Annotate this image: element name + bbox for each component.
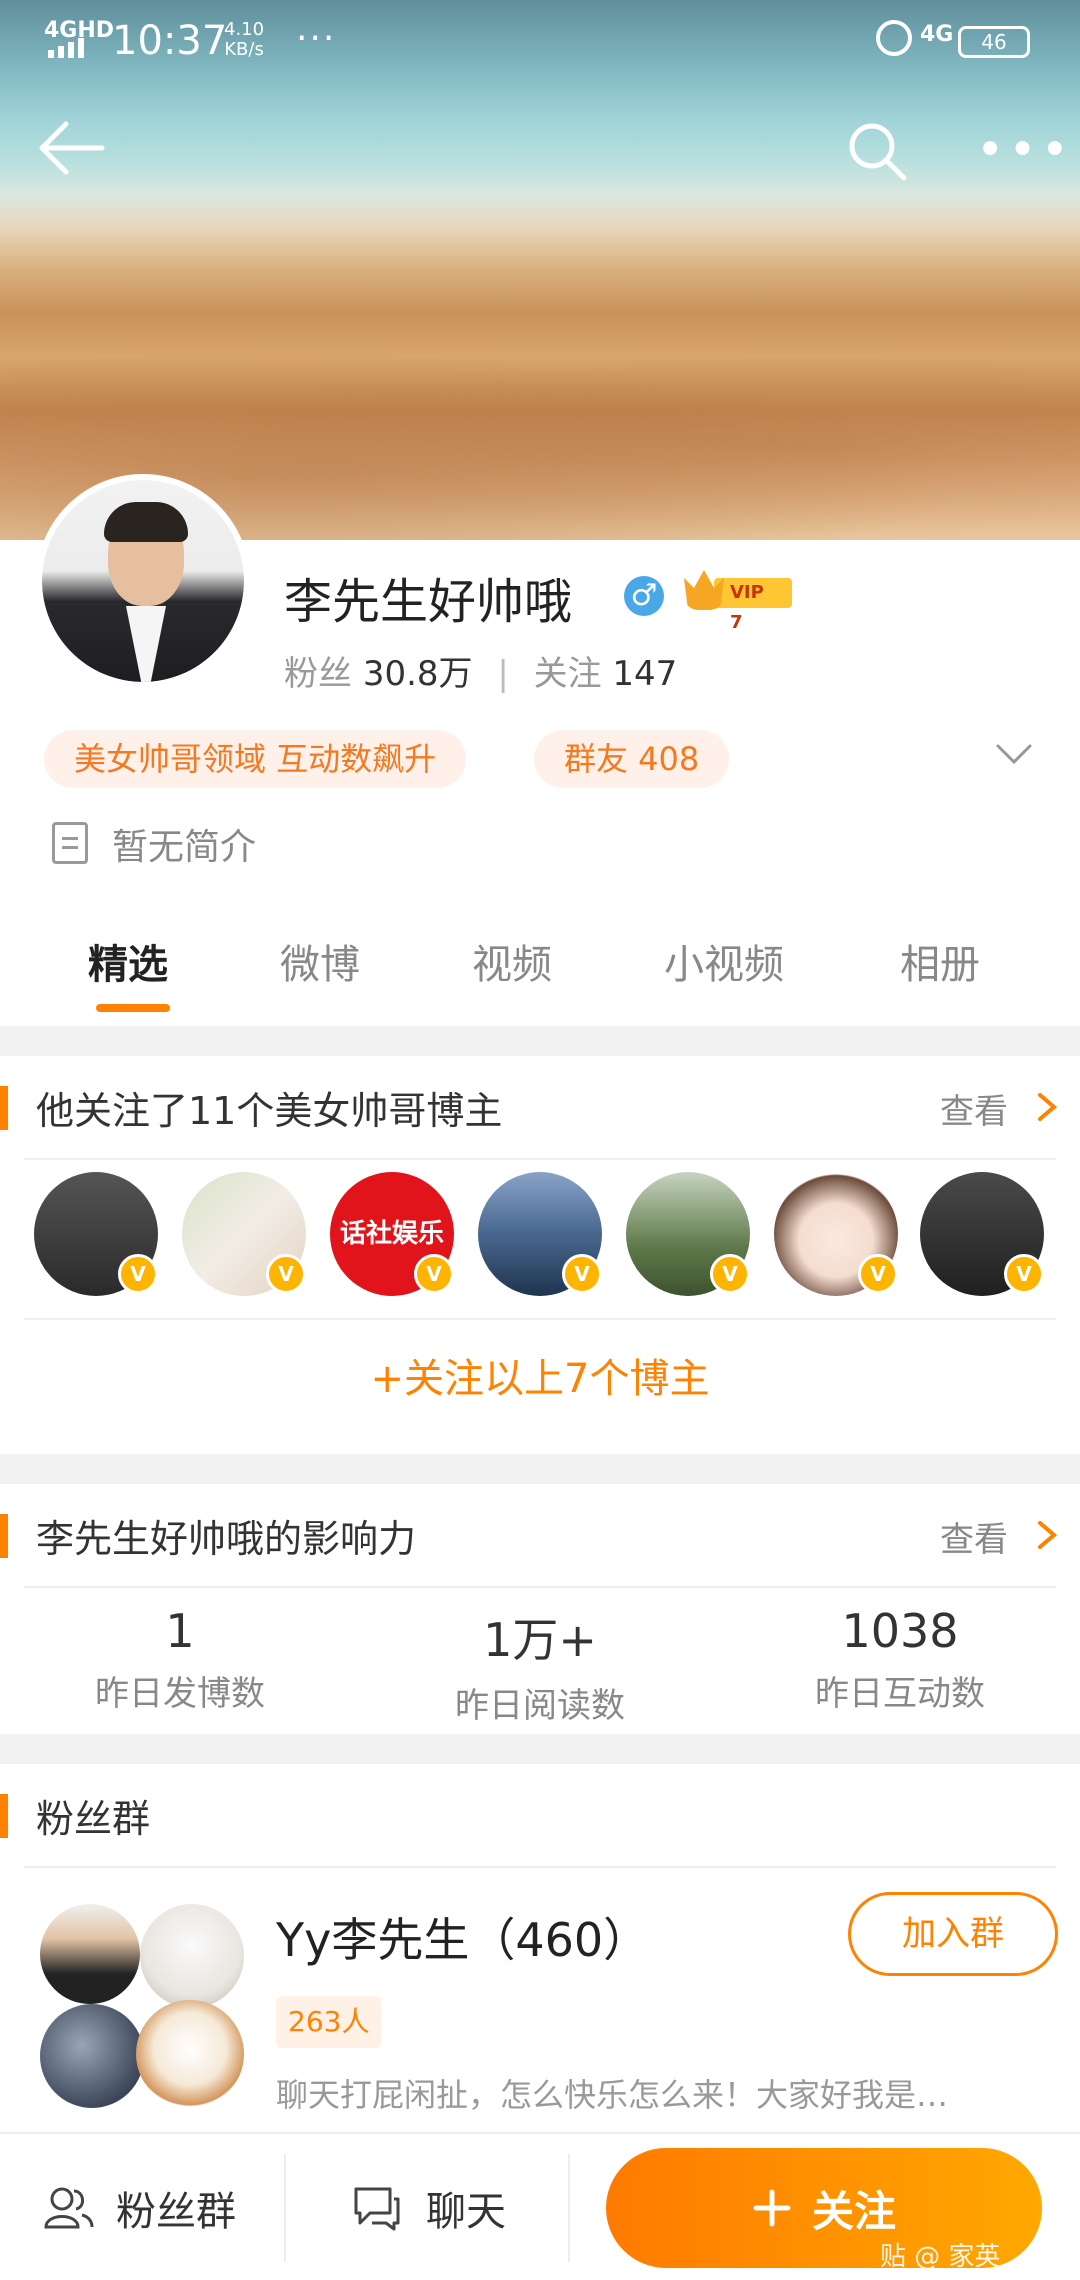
group-member-avatar <box>40 1904 140 2004</box>
avatar[interactable] <box>36 474 250 688</box>
chat-tab[interactable]: 聊天 <box>352 2134 506 2280</box>
chevron-right-icon[interactable] <box>1036 1520 1058 1550</box>
section-accent <box>0 1514 8 1558</box>
field-chip[interactable]: 美女帅哥领域 互动数飙升 <box>44 730 467 788</box>
chat-tab-label: 聊天 <box>426 2189 506 2235</box>
speed-value: 4.10 <box>224 19 265 40</box>
following-count[interactable]: 147 <box>612 654 677 694</box>
active-tab-indicator <box>96 1004 170 1012</box>
verified-icon: V <box>710 1254 750 1294</box>
divider <box>24 1866 1056 1868</box>
speed-unit: KB/s <box>224 39 264 60</box>
watermark: 贴 @ 家英 <box>880 2242 1001 2272</box>
group-friends-chip[interactable]: 群友 408 <box>534 730 730 788</box>
group-description: 聊天打屁闲扯，怎么快乐怎么来！大家好我是… <box>276 2076 949 2114</box>
chevron-down-icon[interactable] <box>996 742 1032 766</box>
stat-label: 昨日互动数 <box>815 1674 985 1714</box>
battery-icon: 46 <box>958 26 1030 58</box>
following-card-title: 他关注了11个美女帅哥博主 <box>36 1089 503 1133</box>
stat-value: 1 <box>165 1604 195 1658</box>
group-member-avatar <box>136 2000 244 2108</box>
tab-featured[interactable]: 精选 <box>88 932 168 990</box>
verified-icon: V <box>858 1254 898 1294</box>
divider <box>284 2154 286 2262</box>
status-time: 10:37 <box>112 18 228 64</box>
network-speed: 4.10 KB/s <box>224 20 264 60</box>
following-card: 他关注了11个美女帅哥博主 查看 V V 话社娱乐 V V V V V +关注以… <box>0 1056 1080 1454</box>
plus-icon <box>753 2189 791 2227</box>
divider <box>568 2154 570 2262</box>
follow-button-label: 关注 <box>811 2186 896 2236</box>
stats-divider: | <box>497 654 509 694</box>
network-right: 4G <box>920 22 954 47</box>
following-card-header[interactable]: 他关注了11个美女帅哥博主 查看 <box>0 1056 1080 1158</box>
fans-count[interactable]: 30.8万 <box>363 654 473 694</box>
verified-icon: V <box>1004 1254 1044 1294</box>
chat-icon <box>354 2187 400 2231</box>
profile-stats: 粉丝 30.8万 | 关注 147 <box>284 646 677 695</box>
tab-weibo[interactable]: 微博 <box>280 932 360 990</box>
status-bar: 4GHD 10:37 4.10 KB/s ··· 4G 46 <box>0 0 1080 84</box>
profile-name: 李先生好帅哦 <box>284 574 573 630</box>
divider <box>24 1586 1056 1588</box>
influence-card-title: 李先生好帅哦的影响力 <box>36 1517 417 1561</box>
document-icon <box>52 822 88 864</box>
tab-album[interactable]: 相册 <box>900 932 980 990</box>
stat-reads: 1万+ 昨日阅读数 <box>360 1604 720 1727</box>
divider <box>24 1318 1056 1320</box>
profile-page: 4GHD 10:37 4.10 KB/s ··· 4G 46 ••• 李先生好帅… <box>0 0 1080 2280</box>
stat-interactions: 1038 昨日互动数 <box>720 1604 1080 1715</box>
influence-card-header[interactable]: 李先生好帅哦的影响力 查看 <box>0 1484 1080 1586</box>
fans-group-card: 粉丝群 Yy李先生（460） 加入群 263人 聊天打屁闲扯，怎么快乐怎么来！大… <box>0 1764 1080 2134</box>
crown-icon <box>684 570 724 610</box>
vip-badge[interactable]: VIP 7 <box>684 570 792 633</box>
influence-view-link[interactable]: 查看 <box>940 1512 1008 1561</box>
stat-label: 昨日阅读数 <box>455 1686 625 1726</box>
more-options-icon[interactable]: ••• <box>976 126 1073 174</box>
alarm-icon <box>876 20 912 56</box>
section-accent <box>0 1086 8 1130</box>
search-icon[interactable] <box>846 120 910 184</box>
more-notifications-icon: ··· <box>296 18 337 59</box>
verified-icon: V <box>266 1254 306 1294</box>
stat-value: 1038 <box>841 1604 959 1658</box>
following-label[interactable]: 关注 <box>534 654 602 694</box>
member-count-badge: 263人 <box>276 1996 382 2048</box>
join-group-button[interactable]: 加入群 <box>848 1892 1058 1976</box>
verified-icon: V <box>414 1254 454 1294</box>
group-member-avatar <box>140 1904 244 2008</box>
verified-icon: V <box>562 1254 602 1294</box>
fans-group-card-title: 粉丝群 <box>36 1797 151 1841</box>
fans-group-card-header: 粉丝群 <box>0 1764 1080 1866</box>
group-member-avatar <box>40 2004 144 2108</box>
stat-label: 昨日发博数 <box>95 1674 265 1714</box>
following-view-link[interactable]: 查看 <box>940 1084 1008 1133</box>
group-icon <box>44 2187 94 2229</box>
influence-card: 李先生好帅哦的影响力 查看 1 昨日发博数 1万+ 昨日阅读数 1038 昨日互… <box>0 1484 1080 1734</box>
chevron-right-icon[interactable] <box>1036 1092 1058 1122</box>
tab-video[interactable]: 视频 <box>472 932 552 990</box>
followed-avatars: V V 话社娱乐 V V V V V <box>0 1172 1080 1302</box>
section-accent <box>0 1794 8 1838</box>
back-arrow-icon[interactable] <box>36 118 106 178</box>
fans-group-tab-label: 粉丝群 <box>116 2189 236 2235</box>
verified-icon: V <box>118 1254 158 1294</box>
signal-icon <box>48 38 84 58</box>
divider <box>24 1158 1056 1160</box>
stat-posts: 1 昨日发博数 <box>0 1604 360 1715</box>
stat-value: 1万+ <box>483 1613 597 1667</box>
group-name[interactable]: Yy李先生（460） <box>276 1904 649 1970</box>
tab-short-video[interactable]: 小视频 <box>664 932 784 990</box>
fans-label[interactable]: 粉丝 <box>284 654 352 694</box>
content-tabs: 精选 微博 视频 小视频 相册 <box>0 918 1080 1026</box>
vip-label: VIP 7 <box>714 578 792 633</box>
follow-all-button[interactable]: +关注以上7个博主 <box>0 1346 1080 1404</box>
profile-intro: 暂无简介 <box>112 827 257 868</box>
male-icon: ♂ <box>624 576 664 616</box>
fans-group-tab[interactable]: 粉丝群 <box>44 2134 236 2280</box>
